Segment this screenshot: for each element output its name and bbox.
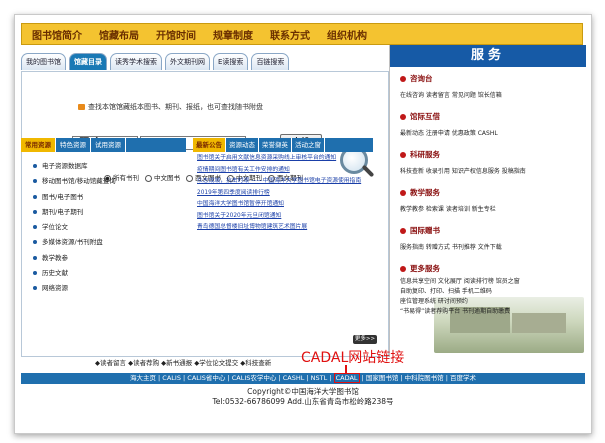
- tab-e-search[interactable]: E读搜索: [213, 53, 249, 70]
- cadal-link[interactable]: CADAL: [333, 373, 360, 383]
- book-icon: [78, 104, 85, 110]
- red-dot-icon: [400, 114, 406, 120]
- section-links[interactable]: 信息共享空间 文化展厅 阅读排行榜 馆员之窗 自助复印、打印、扫描 手机二维码 …: [400, 277, 520, 317]
- quick-links[interactable]: ◆读者留言 ◆读者荐购 ◆新书通报 ◆学位论文提交 ◆科技查新: [95, 357, 271, 367]
- tab-trial-resources[interactable]: 试用资源: [91, 138, 126, 152]
- tab-catalog[interactable]: 馆藏目录: [69, 53, 107, 70]
- footer: Copyright©中国海洋大学图书馆 Tel:0532-66786099 Ad…: [15, 387, 591, 407]
- bullet-icon: [33, 255, 37, 260]
- section-links[interactable]: 科技查新 收录引用 知识产权信息服务 投稿指南: [400, 166, 526, 175]
- resource-list: 电子资源数据库 移动图书馆/移动馆藏查询 图书/电子图书 期刊/电子期刊 学位论…: [33, 162, 116, 300]
- top-navigation: 图书馆简介 馆藏布局 开馆时间 规章制度 联系方式 组织机构: [21, 23, 583, 45]
- tab-foreign-journals[interactable]: 外文期刊网: [165, 53, 210, 70]
- news-list: 图书馆关于启用文献信息资源采购线上审核平台的通知 疫情期间图书馆有关工作安排的通…: [197, 155, 375, 236]
- bullet-icon: [33, 271, 37, 276]
- news-link[interactable]: 疫情期间图书馆有关工作安排的通知: [197, 167, 375, 175]
- section-more: 更多服务 信息共享空间 文化展厅 阅读排行榜 馆员之窗 自助复印、打印、扫描 手…: [400, 264, 520, 317]
- tab-resource-news[interactable]: 资源动态: [226, 138, 259, 152]
- section-links[interactable]: 在线咨询 读者留言 常见问题 馆长信箱: [400, 90, 502, 99]
- tab-honors[interactable]: 荣誉撷英: [259, 138, 292, 152]
- nav-item-layout[interactable]: 馆藏布局: [99, 27, 139, 42]
- list-item[interactable]: 网络资源: [33, 284, 116, 299]
- radio-icon: [145, 174, 152, 182]
- bullet-icon: [33, 194, 37, 199]
- section-teaching: 教学服务 教学教参 检索课 读者培训 新生专栏: [400, 188, 496, 213]
- nav-item-contact[interactable]: 联系方式: [270, 27, 310, 42]
- red-dot-icon: [400, 266, 406, 272]
- tab-latest-notices[interactable]: 最新公告: [193, 138, 226, 152]
- friend-links-bar: 海大主页 | CALIS | CALIS省中心 | CALIS农学中心 | CA…: [21, 373, 585, 384]
- bullet-icon: [33, 225, 37, 230]
- list-item[interactable]: 教学教参: [33, 254, 116, 269]
- screenshot-frame: 图书馆简介 馆藏布局 开馆时间 规章制度 联系方式 组织机构 我的图书馆 馆藏目…: [14, 14, 592, 434]
- friend-links-left[interactable]: 海大主页 | CALIS | CALIS省中心 | CALIS农学中心 | CA…: [130, 374, 334, 382]
- bullet-icon: [33, 240, 37, 245]
- search-tabs: 我的图书馆 馆藏目录 读秀学术搜索 外文期刊网 E读搜索 百链搜索: [21, 53, 387, 71]
- contact-text: Tel:0532-66786099 Add.山东省青岛市松岭路238号: [212, 397, 394, 406]
- nav-item-rules[interactable]: 规章制度: [213, 27, 253, 42]
- services-panel: 服务 咨询台 在线咨询 读者留言 常见问题 馆长信箱 馆际互借 最新动态 注册申…: [389, 45, 586, 357]
- bullet-icon: [33, 286, 37, 291]
- bullet-icon: [33, 164, 37, 168]
- campus-building: [512, 313, 566, 333]
- section-links[interactable]: 服务指南 转赠方式 书刊推荐 文件下载: [400, 242, 502, 251]
- news-tabs: 最新公告 资源动态 荣誉撷英 活动之窗: [193, 138, 373, 152]
- section-links[interactable]: 教学教参 检索课 读者培训 新生专栏: [400, 204, 496, 213]
- tab-activities[interactable]: 活动之窗: [292, 138, 325, 152]
- list-item[interactable]: 电子资源数据库: [33, 162, 116, 177]
- tab-special-resources[interactable]: 特色资源: [56, 138, 91, 152]
- red-dot-icon: [400, 76, 406, 82]
- news-link[interactable]: 众志成城，抗击时艰 ——中国海洋大学图书馆电子资源使用指南: [197, 178, 375, 186]
- bullet-icon: [33, 179, 37, 184]
- resource-tabs: 常用资源 特色资源 试用资源: [21, 138, 186, 152]
- tab-my-library[interactable]: 我的图书馆: [21, 53, 66, 70]
- more-button[interactable]: 更多>>: [353, 335, 377, 344]
- list-item[interactable]: 移动图书馆/移动馆藏查询: [33, 177, 116, 192]
- tab-bailian[interactable]: 百链搜索: [251, 53, 290, 70]
- nav-item-intro[interactable]: 图书馆简介: [32, 27, 82, 42]
- news-link[interactable]: 2019年第四季度阅读排行榜: [197, 190, 375, 198]
- section-ill: 馆际互借 最新动态 注册申请 优惠政策 CASHL: [400, 112, 498, 137]
- annotation-label: CADAL网站链接: [301, 350, 405, 366]
- tab-duxiu[interactable]: 读秀学术搜索: [110, 53, 162, 70]
- nav-item-organization[interactable]: 组织机构: [327, 27, 367, 42]
- services-header: 服务: [390, 45, 586, 67]
- section-research: 科研服务 科技查新 收录引用 知识产权信息服务 投稿指南: [400, 150, 526, 175]
- list-item[interactable]: 学位论文: [33, 223, 116, 238]
- list-item[interactable]: 历史文献: [33, 269, 116, 284]
- news-link[interactable]: 图书馆关于2020年元旦闭馆通知: [197, 213, 375, 221]
- news-link[interactable]: 图书馆关于启用文献信息资源采购线上审核平台的通知: [197, 155, 375, 163]
- copyright-text: Copyright©中国海洋大学图书馆: [247, 387, 359, 396]
- section-consult: 咨询台 在线咨询 读者留言 常见问题 馆长信箱: [400, 74, 502, 99]
- tab-common-resources[interactable]: 常用资源: [21, 138, 56, 152]
- red-dot-icon: [400, 152, 406, 158]
- red-dot-icon: [400, 190, 406, 196]
- news-link[interactable]: 中国海洋大学图书馆暂停开馆通知: [197, 201, 375, 209]
- red-dot-icon: [400, 228, 406, 234]
- list-item[interactable]: 多媒体资源/书刊附盘: [33, 238, 116, 253]
- nav-item-hours[interactable]: 开馆时间: [156, 27, 196, 42]
- search-hint-text: 查找本馆馆藏纸本图书、期刊、报纸，也可查找随书附盘: [88, 103, 263, 111]
- radio-chinese-books[interactable]: 中文图书: [145, 172, 180, 182]
- news-link[interactable]: 青岛德国总督楼旧址博物馆建筑艺术图片展: [197, 224, 375, 232]
- section-links[interactable]: 最新动态 注册申请 优惠政策 CASHL: [400, 128, 498, 137]
- radio-icon: [186, 174, 193, 182]
- search-hint: 查找本馆馆藏纸本图书、期刊、报纸，也可查找随书附盘: [78, 102, 263, 112]
- list-item[interactable]: 期刊/电子期刊: [33, 208, 116, 223]
- section-donation: 国际赠书 服务指南 转赠方式 书刊推荐 文件下载: [400, 226, 502, 251]
- list-item[interactable]: 图书/电子图书: [33, 193, 116, 208]
- friend-links-right[interactable]: | 国家图书馆 | 中科院图书馆 | 百度学术: [360, 374, 476, 382]
- bullet-icon: [33, 209, 37, 214]
